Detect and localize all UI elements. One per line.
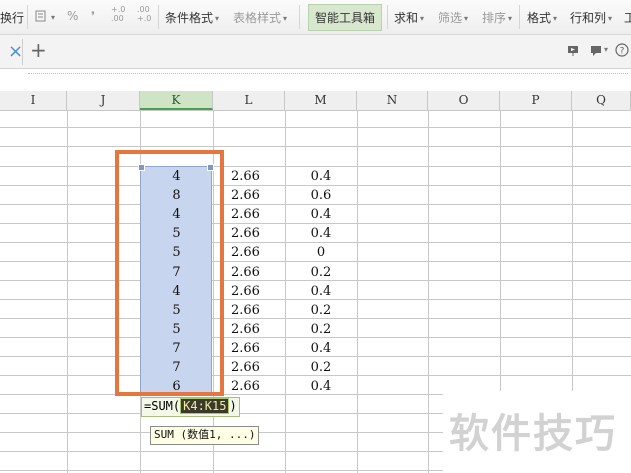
sum-label: 求和 <box>394 11 419 25</box>
smart-toolbox-label: 智能工具箱 <box>315 11 376 25</box>
table-style-label: 表格样式 <box>233 11 282 25</box>
cell-l[interactable]: 2.66 <box>231 224 291 243</box>
format-label: 格式 <box>527 11 552 25</box>
cell-l[interactable]: 2.66 <box>231 205 291 224</box>
help-icon[interactable]: ? <box>615 43 629 57</box>
highlight-annotation <box>115 150 224 396</box>
column-header-row: I J K L M N O P Q <box>0 91 631 111</box>
row-col-label: 行和列 <box>570 11 607 25</box>
chevron-down-icon: ▾ <box>553 14 558 23</box>
add-tab-icon[interactable]: + <box>30 38 47 62</box>
tab-divider <box>22 39 23 65</box>
decrease-decimal-button[interactable]: .00 +.0 <box>137 5 151 23</box>
svg-text:?: ? <box>620 47 625 57</box>
formula-range-reference: K4:K15 <box>180 398 230 414</box>
cell-m[interactable]: 0.4 <box>285 167 357 186</box>
column-header-i[interactable]: I <box>0 91 67 110</box>
cell-l[interactable]: 2.66 <box>231 301 291 320</box>
toolbar-divider <box>519 5 520 29</box>
chevron-down-icon: ▾ <box>215 14 220 23</box>
column-header-q[interactable]: Q <box>572 91 631 110</box>
column-header-k[interactable]: K <box>140 91 213 110</box>
sort-label: 排序 <box>482 11 507 25</box>
smart-toolbox-button[interactable]: 智能工具箱 <box>308 4 382 31</box>
percent-button[interactable]: % <box>67 9 78 23</box>
chevron-down-icon: ▾ <box>464 14 469 23</box>
sort-button[interactable]: 排序 ▾ <box>482 9 512 26</box>
cell-m[interactable]: 0.6 <box>285 186 357 205</box>
cell-l[interactable]: 2.66 <box>231 282 291 301</box>
cell-l[interactable]: 2.66 <box>231 377 291 396</box>
wrap-text-button[interactable]: 换行 <box>0 9 24 26</box>
toolbar-divider <box>387 5 388 29</box>
cell-l[interactable]: 2.66 <box>231 339 291 358</box>
cell-l[interactable]: 2.66 <box>231 358 291 377</box>
gridline-horizontal <box>0 470 443 471</box>
chevron-down-icon: ▾ <box>283 14 288 23</box>
thousands-separator-button[interactable]: ❜ <box>91 9 95 23</box>
chevron-down-icon[interactable]: ▾ <box>604 45 608 54</box>
formula-edit-cell[interactable]: =SUM(K4:K15) <box>141 397 240 417</box>
column-header-l[interactable]: L <box>213 91 285 110</box>
filter-button[interactable]: 筛选 ▾ <box>438 9 468 26</box>
cell-l[interactable]: 2.66 <box>231 263 291 282</box>
gridline-horizontal <box>0 146 631 147</box>
cell-l[interactable]: 2.66 <box>231 320 291 339</box>
gridline-vertical <box>428 110 429 473</box>
presentation-icon[interactable] <box>567 45 581 57</box>
chevron-down-icon[interactable]: ▾ <box>51 13 55 22</box>
formula-bar-edge <box>28 73 628 88</box>
toolbar-divider <box>27 5 28 29</box>
chevron-down-icon: ▾ <box>420 14 425 23</box>
cell-m[interactable]: 0.4 <box>285 377 357 396</box>
function-signature-tooltip: SUM (数值1, ...) <box>150 426 260 445</box>
ribbon-toolbar: 换行 ▾ % ❜ +.0 .00 .00 +.0 条件格式 ▾ 表格样式 ▾ 智能工… <box>0 0 631 35</box>
column-header-o[interactable]: O <box>428 91 500 110</box>
cell-m[interactable]: 0.2 <box>285 263 357 282</box>
format-button[interactable]: 格式 ▾ <box>527 9 557 26</box>
toolbar-divider <box>158 5 159 29</box>
number-format-icon[interactable] <box>35 9 49 23</box>
close-tab-icon[interactable]: × <box>8 41 23 62</box>
conditional-format-button[interactable]: 条件格式 ▾ <box>165 9 219 26</box>
filter-label: 筛选 <box>438 11 463 25</box>
chevron-down-icon: ▾ <box>608 14 613 23</box>
gridline-vertical <box>67 110 68 473</box>
cell-m[interactable]: 0.4 <box>285 282 357 301</box>
cell-l[interactable]: 2.66 <box>231 186 291 205</box>
formula-bar[interactable] <box>0 69 631 92</box>
table-style-button[interactable]: 表格样式 ▾ <box>233 9 287 26</box>
chevron-down-icon: ▾ <box>508 14 513 23</box>
cell-l[interactable]: 2.66 <box>231 167 291 186</box>
sum-button[interactable]: 求和 ▾ <box>394 9 424 26</box>
column-header-n[interactable]: N <box>357 91 428 110</box>
gridline-horizontal <box>0 451 443 452</box>
cell-l[interactable]: 2.66 <box>231 243 291 262</box>
cell-m[interactable]: 0.2 <box>285 358 357 377</box>
gridline-vertical <box>357 110 358 473</box>
increase-decimal-button[interactable]: +.0 .00 <box>111 5 125 23</box>
cell-m[interactable]: 0.2 <box>285 301 357 320</box>
formula-function: =SUM( <box>144 399 181 413</box>
watermark-text: 软件技巧 <box>449 411 617 457</box>
cell-m[interactable]: 0.2 <box>285 320 357 339</box>
cell-m[interactable]: 0.4 <box>285 224 357 243</box>
column-header-p[interactable]: P <box>500 91 572 110</box>
row-col-button[interactable]: 行和列 ▾ <box>570 9 612 26</box>
cell-m[interactable]: 0 <box>285 243 357 262</box>
gridline-horizontal <box>0 127 631 128</box>
comment-icon[interactable] <box>590 45 604 57</box>
toolbar-divider <box>299 5 300 29</box>
conditional-format-label: 条件格式 <box>165 11 214 25</box>
document-tab-bar: × + ▾ ? <box>0 35 631 69</box>
watermark: 软件技巧 <box>443 391 631 473</box>
column-header-j[interactable]: J <box>67 91 140 110</box>
column-header-m[interactable]: M <box>285 91 357 110</box>
worksheet-button[interactable]: 工 <box>624 9 631 26</box>
formula-close-paren: ) <box>229 399 237 413</box>
cell-m[interactable]: 0.4 <box>285 339 357 358</box>
cell-m[interactable]: 0.4 <box>285 205 357 224</box>
